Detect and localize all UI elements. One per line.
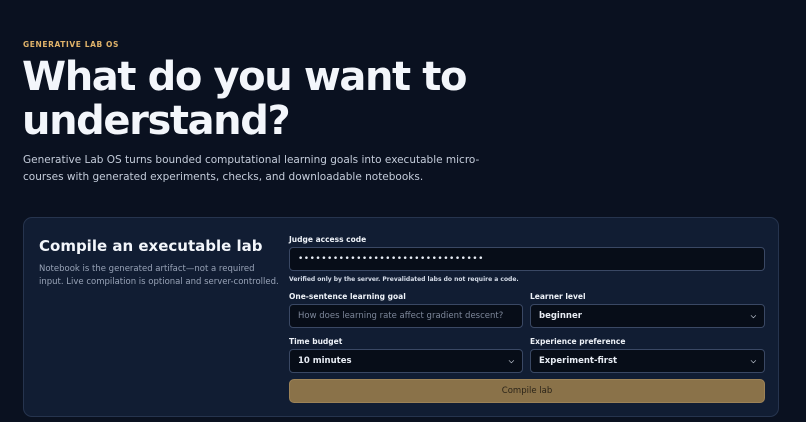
learner-level-value: beginner [539, 311, 582, 321]
time-budget-value: 10 minutes [298, 356, 352, 366]
chevron-down-icon: ⌵ [750, 356, 756, 365]
time-budget-label: Time budget [289, 337, 343, 346]
learning-goal-placeholder: How does learning rate affect gradient d… [298, 311, 504, 321]
chevron-down-icon: ⌵ [508, 356, 514, 365]
learner-level-label: Learner level [530, 292, 586, 301]
compile-lab-button[interactable]: Compile lab [289, 379, 765, 403]
page-title: What do you want to understand? [22, 54, 468, 144]
eyebrow-label: GENERATIVE LAB OS [23, 40, 120, 49]
access-code-label: Judge access code [289, 235, 367, 244]
card-description: Notebook is the generated artifact—not a… [39, 264, 279, 287]
compile-lab-card: Compile an executable lab Notebook is th… [23, 217, 779, 417]
chevron-down-icon: ⌵ [750, 311, 756, 320]
experience-preference-label: Experience preference [530, 337, 626, 346]
page: GENERATIVE LAB OS What do you want to un… [0, 0, 806, 422]
experience-preference-select[interactable]: Experiment-first ⌵ [530, 349, 765, 373]
experience-preference-value: Experiment-first [539, 356, 618, 366]
time-budget-select[interactable]: 10 minutes ⌵ [289, 349, 523, 373]
learning-goal-input[interactable]: How does learning rate affect gradient d… [289, 304, 523, 328]
learner-level-select[interactable]: beginner ⌵ [530, 304, 765, 328]
card-title: Compile an executable lab [39, 237, 263, 255]
hero-subtitle: Generative Lab OS turns bounded computat… [23, 154, 480, 183]
learning-goal-label: One-sentence learning goal [289, 292, 406, 301]
access-code-value: •••••••••••••••••••••••••••••••• [298, 254, 484, 264]
access-code-input[interactable]: •••••••••••••••••••••••••••••••• [289, 247, 765, 271]
access-code-hint: Verified only by the server. Prevalidate… [289, 276, 519, 283]
